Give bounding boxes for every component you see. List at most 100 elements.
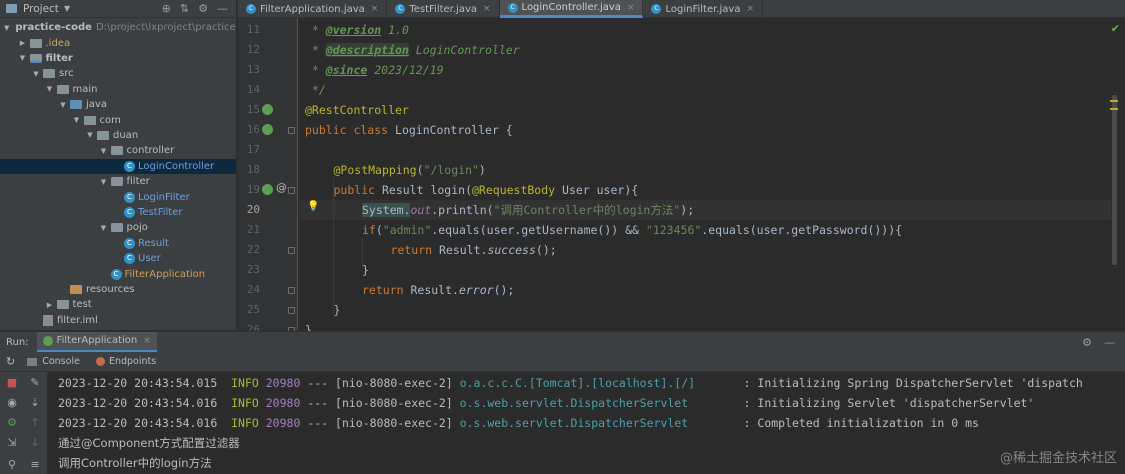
tree-item[interactable]: ▼ filter <box>0 174 236 189</box>
editor-tab[interactable]: C TestFilter.java × <box>387 0 500 18</box>
code-line[interactable]: return Result.error(); <box>299 280 1111 300</box>
tree-item[interactable]: resources <box>0 282 236 297</box>
fold-marker-icon[interactable] <box>288 127 295 134</box>
minimize-icon[interactable]: — <box>1104 336 1115 349</box>
bean-icon[interactable] <box>262 124 273 135</box>
close-icon[interactable]: × <box>143 336 151 346</box>
tree-item[interactable]: ▼ pojo <box>0 220 236 235</box>
tree-item[interactable]: C User <box>0 251 236 266</box>
tree-item[interactable]: ▶ .idea <box>0 35 236 50</box>
tree-item[interactable]: ▼ filter <box>0 51 236 66</box>
code-line[interactable]: public class LoginController { <box>299 120 1111 140</box>
code-token: @RestController <box>305 103 409 117</box>
run-label: Run: <box>6 336 29 348</box>
rerun-icon[interactable]: ↻ <box>6 355 15 368</box>
code-line[interactable]: public Result login(@RequestBody User us… <box>299 180 1111 200</box>
tree-item[interactable]: C FilterApplication <box>0 266 236 281</box>
chevron-down-icon[interactable]: ▼ <box>4 24 9 32</box>
lightbulb-icon[interactable]: 💡 <box>307 201 319 212</box>
code-editor[interactable]: * @version 1.0 * @description LoginContr… <box>299 18 1125 337</box>
fold-marker-icon[interactable] <box>288 247 295 254</box>
code-line[interactable]: } <box>299 300 1111 320</box>
pin-icon[interactable]: ⚲ <box>6 459 18 471</box>
code-line[interactable]: @PostMapping("/login") <box>299 160 1111 180</box>
tree-item[interactable]: filter.iml <box>0 313 236 328</box>
collapse-icon[interactable]: ⇅ <box>180 2 189 15</box>
crosshair-icon[interactable]: ⊕ <box>162 2 171 15</box>
tree-item[interactable]: C LoginController <box>0 158 236 174</box>
code-line[interactable]: } <box>299 260 1111 280</box>
close-icon[interactable]: × <box>483 4 491 14</box>
tree-item[interactable]: ▼ duan <box>0 128 236 143</box>
chevron-down-icon[interactable]: ▼ <box>85 131 95 139</box>
code-line[interactable]: if("admin".equals(user.getUsername()) &&… <box>299 220 1111 240</box>
chevron-down-icon[interactable]: ▼ <box>58 101 68 109</box>
code-token: System. <box>362 203 411 217</box>
code-line[interactable]: return Result.success(); <box>299 240 1111 260</box>
warning-marker[interactable] <box>1110 100 1118 102</box>
editor-tab[interactable]: C LoginFilter.java × <box>643 0 763 18</box>
tab-console[interactable]: Console <box>15 356 80 367</box>
close-icon[interactable]: × <box>746 4 754 14</box>
code-line[interactable]: * @since 2023/12/19 <box>299 60 1111 80</box>
code-line[interactable]: * @version 1.0 <box>299 20 1111 40</box>
gear-icon[interactable]: ⚙ <box>1082 336 1092 349</box>
bean-icon[interactable] <box>262 104 273 115</box>
tree-item[interactable]: ▼ main <box>0 82 236 97</box>
code-line[interactable]: System.out.println("调用Controller中的login方… <box>299 200 1111 220</box>
folder-icon <box>29 53 42 63</box>
chevron-down-icon[interactable]: ▼ <box>64 4 70 13</box>
annotation-icon[interactable]: @ <box>276 181 287 194</box>
chevron-right-icon[interactable]: ▶ <box>45 301 55 309</box>
endpoint-icon[interactable] <box>262 184 273 195</box>
restore-layout-icon[interactable]: ⚙ <box>6 417 18 429</box>
up-arrow-icon[interactable]: ↑ <box>29 417 41 429</box>
tree-item[interactable]: C TestFilter <box>0 205 236 220</box>
tree-item-label: duan <box>113 129 139 141</box>
code-line[interactable] <box>299 140 1111 160</box>
chevron-down-icon[interactable]: ▼ <box>45 85 55 93</box>
tree-item[interactable]: ▼ practice-code D:\project\lxproject\pract… <box>0 20 236 35</box>
console-output[interactable]: 2023-12-20 20:43:54.015 INFO 20980 --- [… <box>49 372 1125 474</box>
code-line[interactable]: * @description LoginController <box>299 40 1111 60</box>
project-panel-title[interactable]: Project <box>23 3 59 15</box>
tree-item[interactable]: ▼ com <box>0 112 236 127</box>
minimize-icon[interactable]: — <box>217 2 228 15</box>
code-token: success <box>487 243 536 257</box>
stop-icon[interactable]: ■ <box>6 377 18 389</box>
tab-endpoints[interactable]: Endpoints <box>95 356 157 367</box>
close-icon[interactable]: × <box>371 4 379 14</box>
chevron-down-icon[interactable]: ▼ <box>99 147 109 155</box>
fold-marker-icon[interactable] <box>288 287 295 294</box>
chevron-down-icon[interactable]: ▼ <box>72 116 82 124</box>
fold-marker-icon[interactable] <box>288 187 295 194</box>
fold-marker-icon[interactable] <box>288 307 295 314</box>
tab-endpoints-label: Endpoints <box>108 356 157 367</box>
editor-scrollbar[interactable] <box>1112 95 1117 265</box>
tree-item[interactable]: ▶ test <box>0 297 236 312</box>
code-line[interactable]: */ <box>299 80 1111 100</box>
chevron-down-icon[interactable]: ▼ <box>99 224 109 232</box>
warning-marker[interactable] <box>1110 108 1118 110</box>
tree-item[interactable]: C LoginFilter <box>0 189 236 204</box>
wrap-icon[interactable]: ≡ <box>29 459 41 471</box>
sort-icon[interactable]: ⇣ <box>29 397 41 409</box>
chevron-down-icon[interactable]: ▼ <box>31 70 41 78</box>
tree-item[interactable]: ▼ java <box>0 97 236 112</box>
editor-tab[interactable]: C FilterApplication.java × <box>238 0 388 18</box>
run-config-tab[interactable]: FilterApplication × <box>36 331 157 353</box>
exit-icon[interactable]: ⇲ <box>6 437 18 449</box>
down-arrow-icon[interactable]: ↓ <box>29 437 41 449</box>
brush-icon[interactable]: ✎ <box>29 377 41 389</box>
tree-item[interactable]: ▼ controller <box>0 143 236 158</box>
gear-icon[interactable]: ⚙ <box>198 2 208 15</box>
tree-item[interactable]: ▼ src <box>0 66 236 81</box>
chevron-down-icon[interactable]: ▼ <box>18 54 28 62</box>
chevron-right-icon[interactable]: ▶ <box>18 39 28 47</box>
editor-tab[interactable]: C LoginController.java × <box>499 0 644 18</box>
chevron-down-icon[interactable]: ▼ <box>99 178 109 186</box>
close-icon[interactable]: × <box>627 3 635 13</box>
code-line[interactable]: @RestController <box>299 100 1111 120</box>
tree-item[interactable]: C Result <box>0 236 236 251</box>
camera-icon[interactable]: ◉ <box>6 397 18 409</box>
